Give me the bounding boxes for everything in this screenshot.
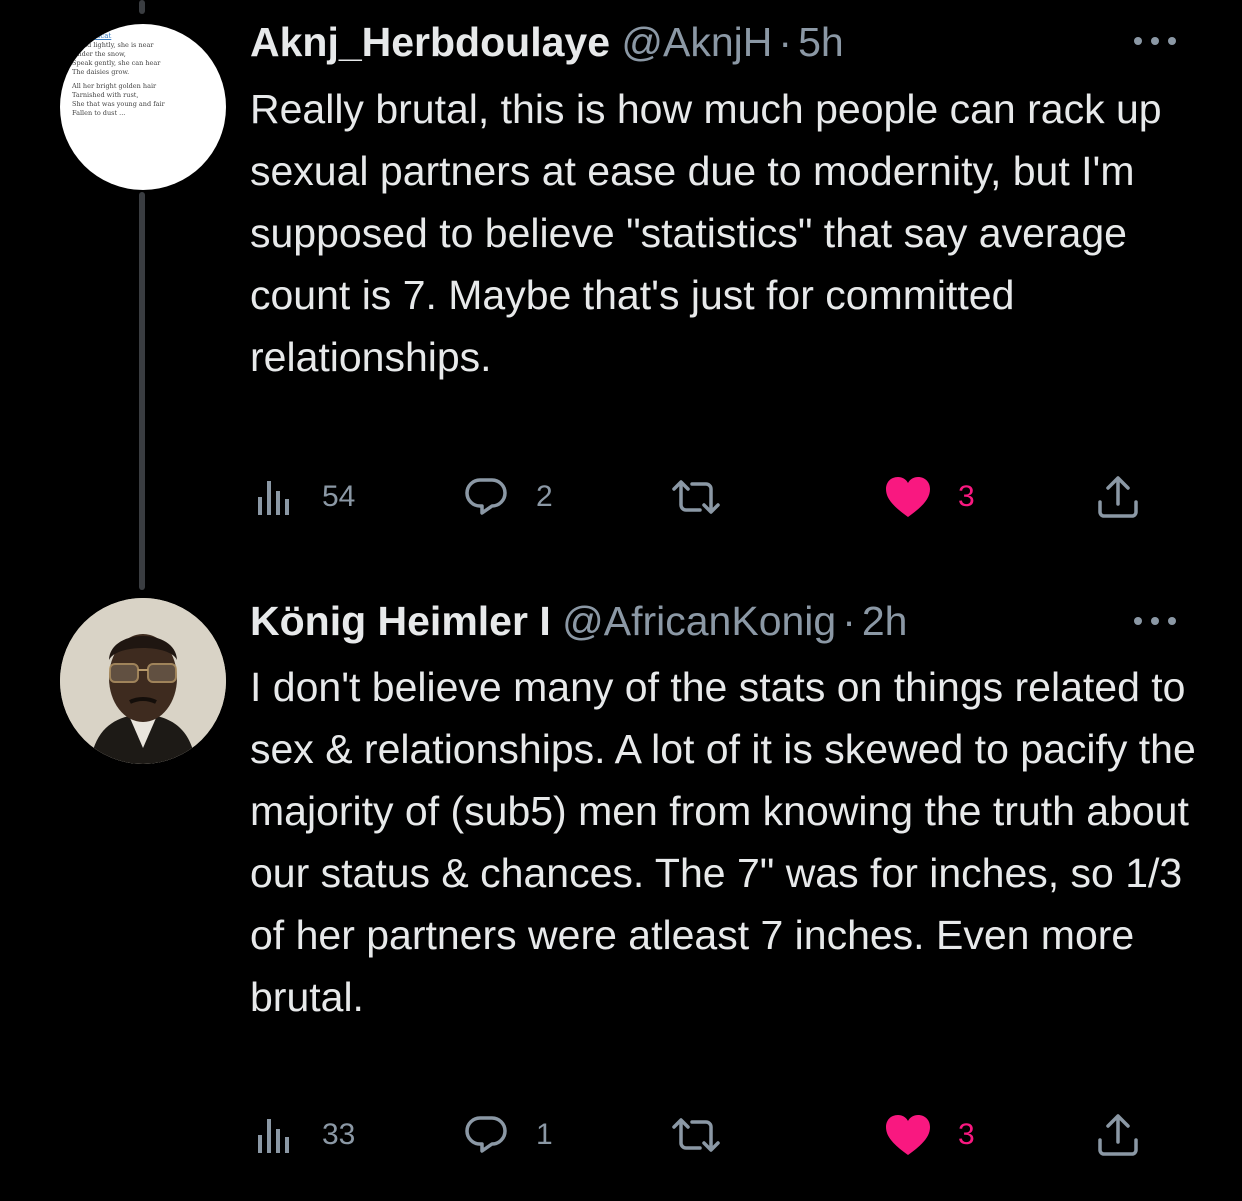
tweet[interactable]: Requiescat Tread lightly, she is near Un… — [0, 0, 1242, 560]
tweet-text: Really brutal, this is how much people c… — [250, 86, 1162, 380]
tweet-header: Aknj_Herbdoulaye @AknjH · 5h — [250, 18, 844, 66]
display-name[interactable]: König Heimler I — [250, 598, 551, 644]
speech-bubble-icon — [464, 1113, 508, 1157]
speech-bubble-icon — [464, 475, 508, 519]
retweet-button[interactable] — [668, 472, 724, 522]
avatar-poem-image: Requiescat Tread lightly, she is near Un… — [72, 32, 212, 118]
timestamp[interactable]: 5h — [798, 19, 844, 65]
more-dots-icon[interactable] — [1130, 31, 1180, 51]
display-name[interactable]: Aknj_Herbdoulaye — [250, 19, 610, 65]
tweet[interactable]: König Heimler I @AfricanKonig · 2h I don't… — [0, 590, 1242, 1190]
separator-dot: · — [778, 19, 793, 65]
user-handle[interactable]: @AfricanKonig — [562, 598, 836, 644]
avatar-poem-line: Fallen to dust ... — [72, 109, 126, 117]
like-button[interactable]: 3 — [884, 472, 975, 522]
retweet-button[interactable] — [668, 1110, 724, 1160]
retweet-icon — [668, 1115, 724, 1155]
tweet-actions: 33 1 3 — [250, 1110, 1150, 1160]
heart-icon — [884, 1113, 932, 1157]
views-button[interactable]: 33 — [254, 1110, 355, 1160]
more-dots-icon[interactable] — [1130, 611, 1180, 631]
separator-dot: · — [842, 598, 856, 644]
tweet-text: I don't believe many of the stats on thi… — [250, 664, 1196, 1020]
avatar-poem-title: Requiescat — [72, 32, 112, 40]
avatar[interactable]: Requiescat Tread lightly, she is near Un… — [60, 24, 226, 190]
reply-button[interactable]: 1 — [464, 1110, 553, 1160]
views-count: 54 — [322, 480, 356, 513]
tweet-header: König Heimler I @AfricanKonig · 2h — [250, 597, 907, 645]
views-count: 33 — [322, 1118, 356, 1151]
retweet-icon — [668, 477, 724, 517]
like-button[interactable]: 3 — [884, 1110, 975, 1160]
reply-button[interactable]: 2 — [464, 472, 553, 522]
tweet-actions: 54 2 3 — [250, 472, 1150, 522]
views-button[interactable]: 54 — [254, 472, 355, 522]
avatar[interactable] — [60, 598, 226, 764]
heart-icon — [884, 475, 932, 519]
avatar-poem-line: She that was young and fair — [72, 100, 165, 108]
avatar-poem-line: The daisies grow. — [72, 68, 130, 76]
avatar-poem-line: All her bright golden hair — [72, 82, 157, 90]
share-icon — [1096, 474, 1140, 520]
avatar-poem-line: Tread lightly, she is near — [72, 41, 154, 49]
avatar-poem-line: Under the snow, — [72, 50, 126, 58]
bar-chart-icon — [254, 477, 294, 517]
like-count: 3 — [958, 1118, 975, 1151]
timestamp[interactable]: 2h — [862, 598, 908, 644]
reply-count: 1 — [536, 1118, 553, 1151]
avatar-poem-line: Tarnished with rust, — [72, 91, 139, 99]
like-count: 3 — [958, 480, 975, 513]
share-button[interactable] — [1096, 472, 1140, 522]
share-button[interactable] — [1096, 1110, 1140, 1160]
share-icon — [1096, 1112, 1140, 1158]
avatar-poem-line: Speak gently, she can hear — [72, 59, 161, 67]
reply-count: 2 — [536, 480, 553, 513]
user-handle[interactable]: @AknjH — [621, 19, 772, 65]
timeline: Requiescat Tread lightly, she is near Un… — [0, 0, 1242, 1201]
bar-chart-icon — [254, 1115, 294, 1155]
avatar-photo — [60, 598, 226, 764]
